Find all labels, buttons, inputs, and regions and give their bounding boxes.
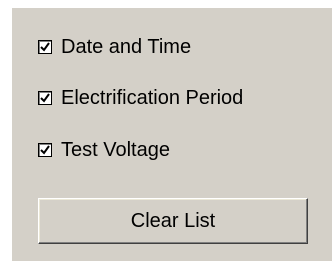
electrification-period-option[interactable]: Electrification Period <box>38 87 243 109</box>
test-voltage-checkbox[interactable] <box>38 143 52 157</box>
date-and-time-label: Date and Time <box>61 36 192 58</box>
date-and-time-checkbox[interactable] <box>38 40 52 54</box>
check-icon <box>40 42 50 52</box>
test-voltage-option[interactable]: Test Voltage <box>38 139 170 161</box>
check-icon <box>40 145 50 155</box>
check-icon <box>40 93 50 103</box>
date-and-time-option[interactable]: Date and Time <box>38 36 191 58</box>
clear-list-button[interactable]: Clear List <box>38 198 308 244</box>
electrification-period-checkbox[interactable] <box>38 91 52 105</box>
electrification-period-label: Electrification Period <box>61 87 244 109</box>
options-panel: Date and Time Electrification Period Tes… <box>12 8 332 261</box>
test-voltage-label: Test Voltage <box>61 139 170 161</box>
